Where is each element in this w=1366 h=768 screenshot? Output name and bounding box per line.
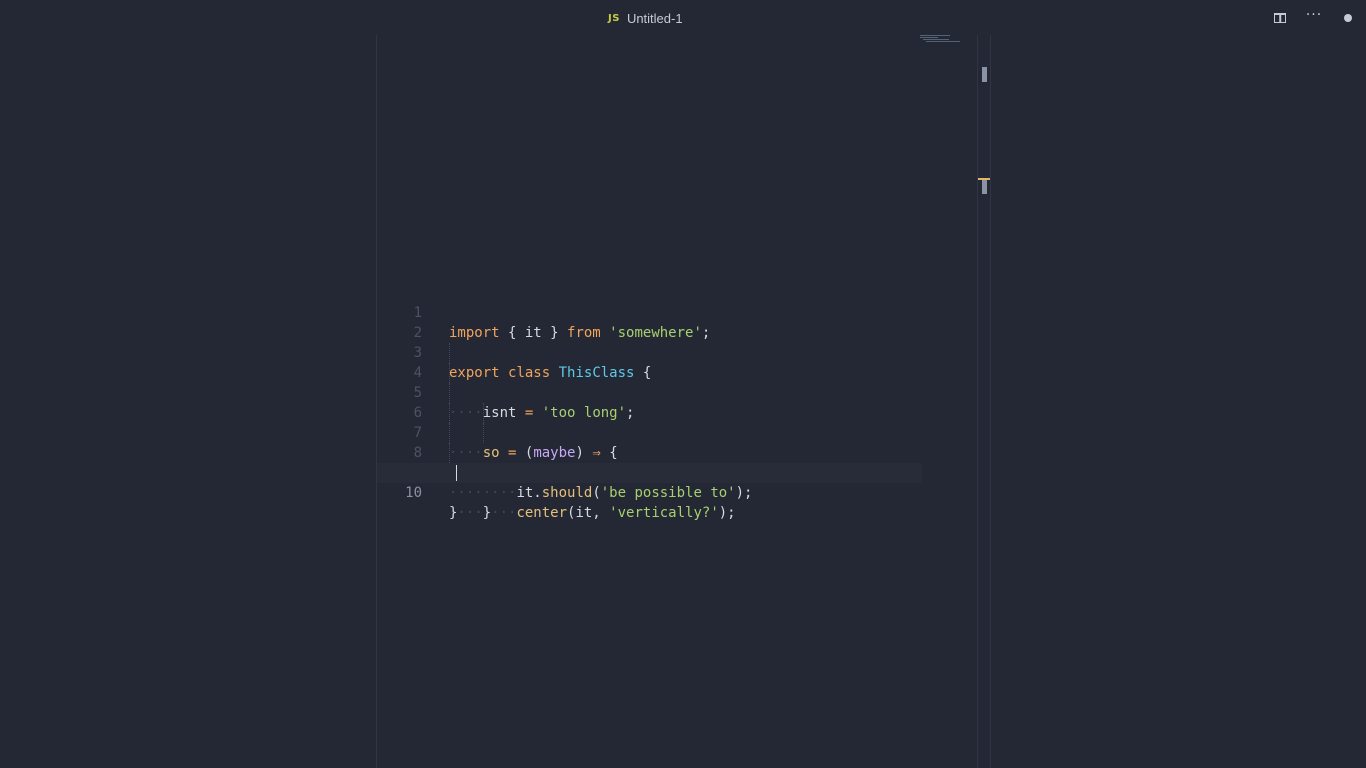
- token: }: [482, 505, 492, 521]
- text-cursor: [456, 465, 457, 481]
- code-editor[interactable]: 1 import { it } from 'somewhere'; 2 3 ex…: [377, 283, 922, 521]
- vertical-scrollbar-track[interactable]: [977, 35, 978, 768]
- minimap[interactable]: [920, 35, 960, 55]
- indent-guide: [449, 403, 450, 423]
- editor-tab[interactable]: JS Untitled-1: [608, 8, 683, 28]
- indent-guide: [483, 403, 484, 423]
- code-line[interactable]: 2: [377, 303, 922, 341]
- token: center: [516, 505, 568, 521]
- code-line[interactable]: 5: [377, 363, 922, 401]
- indent-guide: [449, 343, 450, 363]
- indent-guide: [449, 443, 450, 463]
- unsaved-indicator[interactable]: [1340, 10, 1356, 26]
- code-line[interactable]: 4 ····isnt = 'too long';: [377, 343, 922, 421]
- token: should: [541, 485, 593, 501]
- code-line[interactable]: 7 ········it.should('be possible to');: [377, 403, 922, 501]
- code-line[interactable]: 9 ····}: [377, 443, 922, 521]
- tab-title: Untitled-1: [626, 10, 683, 26]
- token: 'vertically?': [609, 505, 719, 521]
- token: (: [592, 485, 601, 501]
- token: );: [718, 505, 736, 521]
- line-number: 10: [405, 485, 422, 501]
- token: (it,: [567, 505, 610, 521]
- title-bar: JS Untitled-1 ···: [0, 0, 1366, 35]
- whitespace: ········: [449, 485, 517, 501]
- indent-guide: [483, 423, 484, 443]
- token: );: [735, 485, 753, 501]
- code-line[interactable]: 1 import { it } from 'somewhere';: [377, 283, 922, 341]
- token: }: [449, 505, 458, 521]
- overview-ruler-marker: [982, 180, 987, 194]
- indent-guide: [449, 383, 450, 403]
- code-line[interactable]: 6 ····so = (maybe) ⇒ {: [377, 383, 922, 461]
- unsaved-dot-icon: [1344, 14, 1352, 22]
- code-line-current[interactable]: 10 }: [377, 463, 922, 521]
- token: 'be possible to': [600, 485, 736, 501]
- token: it.: [516, 485, 542, 501]
- code-line[interactable]: 3 export class ThisClass {: [377, 323, 922, 381]
- editor-actions: ···: [1272, 8, 1356, 28]
- indent-guide: [449, 423, 450, 443]
- split-editor-icon: [1274, 13, 1286, 23]
- scrollbar-thumb[interactable]: [982, 67, 987, 82]
- code-line[interactable]: 8 ········center(it, 'vertically?');: [377, 423, 922, 521]
- more-actions-icon: ···: [1305, 7, 1323, 23]
- javascript-file-icon: JS: [608, 12, 620, 24]
- split-editor-button[interactable]: [1272, 10, 1288, 26]
- indent-guide: [449, 363, 450, 383]
- more-actions-button[interactable]: ···: [1305, 7, 1323, 26]
